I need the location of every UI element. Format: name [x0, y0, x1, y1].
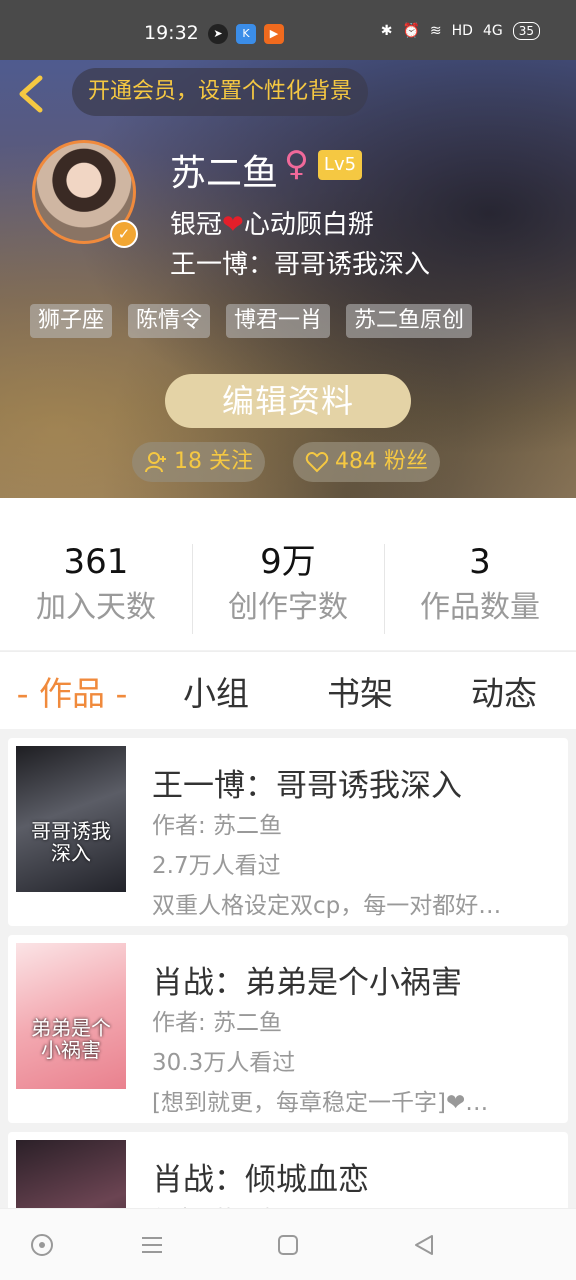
cover-title: 弟弟是个小祸害 — [31, 1016, 111, 1062]
bluetooth-icon: ✱ — [380, 23, 393, 39]
stat-value: 3 — [469, 542, 491, 582]
tag-list: 狮子座 陈情令 博君一肖 苏二鱼原创 — [30, 304, 473, 338]
back-arrow-icon[interactable] — [14, 74, 50, 114]
tag-item[interactable]: 苏二鱼原创 — [346, 304, 473, 338]
assistant-icon[interactable] — [28, 1231, 56, 1259]
following-button[interactable]: 18 关注 — [132, 442, 265, 482]
female-gender-icon: ♀ — [284, 144, 309, 184]
stat-label: 创作字数 — [228, 590, 348, 625]
book-card[interactable]: 哥哥诱我深入 王一博：哥哥诱我深入 作者: 苏二鱼 2.7万人看过 双重人格设定… — [8, 738, 568, 926]
book-description: [想到就更，每章稳定一千字]❤… — [152, 1090, 489, 1116]
add-user-icon — [145, 452, 166, 473]
back-icon[interactable] — [410, 1231, 438, 1259]
title-prefix: 银冠 — [170, 210, 223, 240]
book-description: 双重人格设定双cp，每一对都好… — [152, 893, 502, 919]
signal-indicator: 4G — [482, 23, 503, 39]
book-cover[interactable]: 弟弟是个小祸害 — [16, 943, 126, 1089]
following-count: 18 关注 — [174, 449, 253, 474]
heart-outline-icon — [305, 451, 329, 473]
vip-banner[interactable]: 开通会员，设置个性化背景 — [72, 68, 369, 116]
edit-profile-button[interactable]: 编辑资料 — [165, 374, 411, 428]
heart-icon: ❤ — [222, 210, 244, 240]
system-nav-bar — [0, 1208, 576, 1280]
book-author: 作者: 苏二鱼 — [152, 813, 283, 839]
menu-icon[interactable] — [138, 1231, 166, 1259]
book-card[interactable]: 弟弟是个小祸害 肖战：弟弟是个小祸害 作者: 苏二鱼 30.3万人看过 [想到就… — [8, 935, 568, 1123]
book-cover[interactable]: 哥哥诱我深入 — [16, 746, 126, 892]
hd-indicator: HD — [451, 23, 473, 39]
title-suffix: 心动顾白掰 — [243, 210, 374, 240]
tab-bookshelf[interactable]: 书架 — [288, 667, 432, 715]
profile-header: 开通会员，设置个性化背景 ✓ 苏二鱼 ♀ Lv5 银冠❤心动顾白掰 王一博：哥哥… — [0, 60, 576, 498]
level-badge: Lv5 — [318, 150, 362, 180]
tab-works[interactable]: - 作品 - — [0, 667, 144, 715]
stat-label: 加入天数 — [36, 590, 156, 625]
alarm-icon: ⏰ — [402, 23, 420, 39]
stat-value: 361 — [63, 542, 129, 582]
tag-item[interactable]: 狮子座 — [30, 304, 113, 338]
status-right-group: ✱ ⏰ ≋ HD 4G 35 — [381, 22, 540, 40]
book-author: 作者: 苏二鱼 — [152, 1010, 283, 1036]
book-title: 肖战：倾城血恋 — [152, 1162, 369, 1198]
cover-title: 哥哥诱我深入 — [31, 819, 111, 865]
tab-moments[interactable]: 动态 — [432, 667, 576, 715]
tag-item[interactable]: 陈情令 — [128, 304, 211, 338]
stat-joined-days: 361 加入天数 — [0, 542, 192, 650]
book-title: 肖战：弟弟是个小祸害 — [152, 965, 462, 1001]
home-icon[interactable] — [274, 1231, 302, 1259]
fans-button[interactable]: 484 粉丝 — [293, 442, 440, 482]
status-bar: 19:32 ➤ K ▶ ✱ ⏰ ≋ HD 4G 35 — [0, 0, 576, 60]
book-list: 哥哥诱我深入 王一博：哥哥诱我深入 作者: 苏二鱼 2.7万人看过 双重人格设定… — [8, 738, 568, 1280]
tag-item[interactable]: 博君一肖 — [226, 304, 331, 338]
stat-label: 作品数量 — [420, 590, 540, 625]
video-notification-icon: ▶ — [264, 24, 284, 44]
book-views: 2.7万人看过 — [152, 853, 281, 879]
book-title: 王一博：哥哥诱我深入 — [152, 768, 462, 804]
verified-badge-icon: ✓ — [110, 220, 138, 248]
user-signature: 王一博：哥哥诱我深入 — [170, 250, 431, 280]
stats-row: 361 加入天数 9万 创作字数 3 作品数量 — [0, 498, 576, 650]
stat-work-count: 3 作品数量 — [384, 542, 576, 650]
status-time: 19:32 — [144, 22, 199, 44]
tab-groups[interactable]: 小组 — [144, 667, 288, 715]
user-title: 银冠❤心动顾白掰 — [170, 204, 374, 241]
fans-count: 484 粉丝 — [335, 449, 428, 474]
app-notification-icon: ➤ — [208, 24, 228, 44]
kugou-notification-icon: K — [236, 24, 256, 44]
battery-indicator: 35 — [512, 22, 540, 40]
username: 苏二鱼 — [170, 153, 279, 194]
book-views: 30.3万人看过 — [152, 1050, 296, 1076]
stat-word-count: 9万 创作字数 — [192, 542, 384, 650]
wifi-icon: ≋ — [429, 23, 442, 39]
profile-tabs: - 作品 - 小组 书架 动态 — [0, 651, 576, 729]
stat-value: 9万 — [260, 542, 316, 582]
